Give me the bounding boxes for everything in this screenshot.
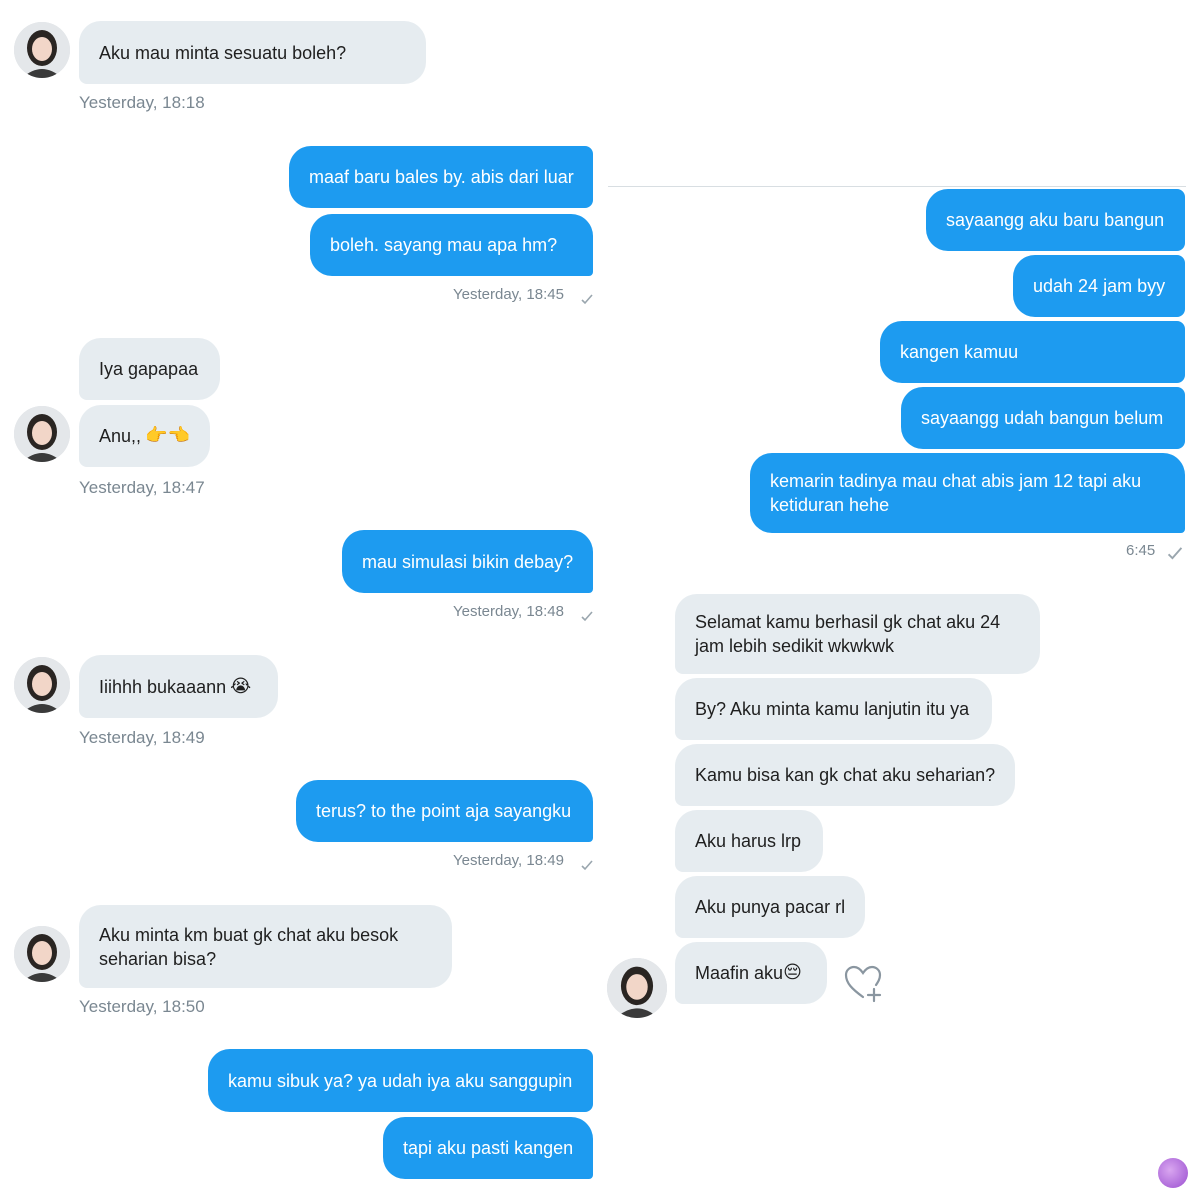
read-check-icon	[581, 611, 593, 622]
message-timestamp: 6:45	[1126, 542, 1156, 559]
avatar[interactable]	[14, 926, 70, 982]
left-chat-panel: Aku mau minta sesuatu boleh? Yesterday, …	[0, 0, 600, 1200]
message-incoming[interactable]: Aku mau minta sesuatu boleh?	[79, 21, 426, 84]
sad-emoji: 😔	[783, 962, 802, 983]
message-incoming[interactable]: Iya gapapaa	[79, 338, 220, 400]
message-outgoing[interactable]: udah 24 jam byy	[1013, 255, 1185, 317]
watermark-logo	[1158, 1158, 1188, 1188]
message-incoming[interactable]: Kamu bisa kan gk chat aku seharian?	[675, 744, 1015, 806]
message-text: Iiihhh bukaaann	[99, 676, 227, 697]
read-check-icon	[581, 860, 593, 871]
avatar[interactable]	[14, 22, 70, 78]
message-outgoing[interactable]: terus? to the point aja sayangku	[296, 780, 593, 842]
message-outgoing[interactable]: mau simulasi bikin debay?	[342, 530, 593, 593]
message-outgoing[interactable]: kangen kamuu	[880, 321, 1185, 383]
message-timestamp: Yesterday, 18:45	[453, 286, 564, 303]
message-timestamp: Yesterday, 18:47	[79, 478, 205, 497]
message-text: Maafin aku	[695, 963, 784, 983]
message-incoming[interactable]: Aku minta km buat gk chat aku besok seha…	[79, 905, 452, 988]
message-incoming[interactable]: Anu,, 👉👈	[79, 405, 210, 467]
heart-plus-icon[interactable]	[842, 962, 884, 1004]
message-outgoing[interactable]: maaf baru bales by. abis dari luar	[289, 146, 593, 208]
pointing-emoji: 👉👈	[145, 425, 190, 446]
message-timestamp: Yesterday, 18:49	[79, 728, 205, 747]
message-text: Anu,,	[99, 426, 142, 446]
message-outgoing[interactable]: boleh. sayang mau apa hm?	[310, 214, 593, 276]
message-outgoing[interactable]: tapi aku pasti kangen	[383, 1117, 593, 1179]
read-check-icon	[581, 294, 593, 305]
message-timestamp: Yesterday, 18:18	[79, 93, 205, 112]
crying-emoji: 😭	[230, 675, 252, 697]
message-incoming[interactable]: Aku punya pacar rl	[675, 876, 865, 938]
message-incoming[interactable]: By? Aku minta kamu lanjutin itu ya	[675, 678, 992, 740]
message-outgoing[interactable]: kamu sibuk ya? ya udah iya aku sanggupin	[208, 1049, 593, 1112]
message-timestamp: Yesterday, 18:50	[79, 997, 205, 1016]
message-incoming[interactable]: Aku harus lrp	[675, 810, 823, 872]
message-timestamp: Yesterday, 18:49	[453, 852, 564, 869]
message-outgoing[interactable]: sayaangg udah bangun belum	[901, 387, 1185, 449]
message-timestamp: Yesterday, 18:48	[453, 603, 564, 620]
avatar[interactable]	[14, 406, 70, 462]
avatar[interactable]	[14, 657, 70, 713]
message-outgoing[interactable]: kemarin tadinya mau chat abis jam 12 tap…	[750, 453, 1185, 533]
message-incoming[interactable]: Iiihhh bukaaann 😭	[79, 655, 278, 718]
avatar[interactable]	[607, 958, 667, 1018]
message-incoming[interactable]: Selamat kamu berhasil gk chat aku 24 jam…	[675, 594, 1040, 674]
message-outgoing[interactable]: sayaangg aku baru bangun	[926, 189, 1185, 251]
right-chat-panel: sayaangg aku baru bangun udah 24 jam byy…	[600, 0, 1200, 1200]
message-incoming[interactable]: Maafin aku 😔	[675, 942, 827, 1004]
read-check-icon	[1167, 547, 1183, 560]
